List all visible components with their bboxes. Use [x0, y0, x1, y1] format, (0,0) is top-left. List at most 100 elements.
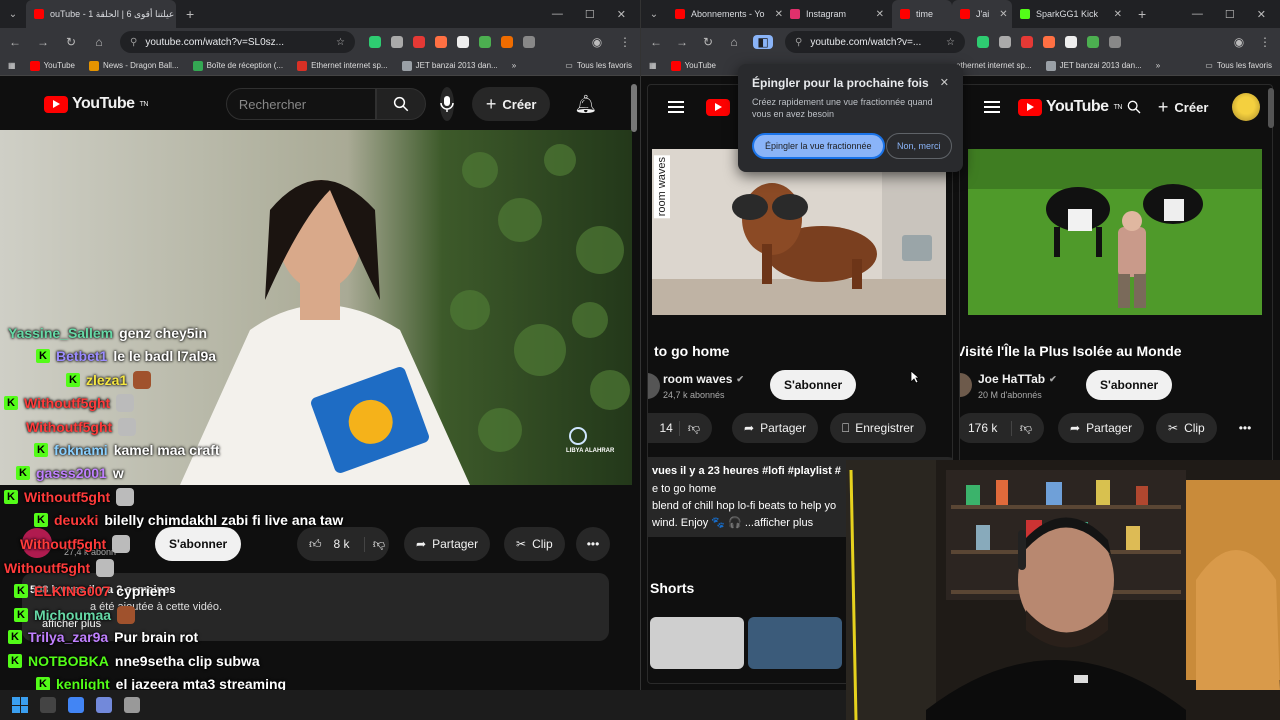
extension-icon[interactable]: [977, 36, 989, 48]
extension-icon[interactable]: [999, 36, 1011, 48]
no-thanks-button[interactable]: Non, merci: [886, 133, 952, 159]
taskbar-app-icon[interactable]: [124, 697, 140, 713]
subscribe-button[interactable]: S'abonner: [155, 527, 242, 561]
tab-split-b[interactable]: J'ai ✕: [952, 0, 1012, 28]
extension-icon[interactable]: [479, 36, 491, 48]
bookmark-item[interactable]: Ethernet internet sp...: [297, 60, 388, 71]
taskbar-app-icon[interactable]: [40, 697, 56, 713]
youtube-play-icon[interactable]: [706, 99, 730, 116]
chrome-taskbar-icon[interactable]: [68, 697, 84, 713]
reload-icon[interactable]: ↻: [64, 35, 78, 49]
short-thumbnail[interactable]: [748, 617, 842, 669]
chat-username[interactable]: Withoutf5ght: [24, 395, 110, 411]
chat-username[interactable]: zleza1: [86, 372, 127, 388]
tab-close-icon[interactable]: ✕: [775, 9, 782, 20]
chat-username[interactable]: gasss2001: [36, 465, 107, 481]
dislike-thumb-icon[interactable]: 👎︎: [678, 420, 700, 436]
profile-avatar-icon[interactable]: ◉: [1232, 35, 1246, 49]
search-input[interactable]: Rechercher: [225, 88, 376, 120]
search-button[interactable]: [375, 88, 426, 120]
split-view-icon[interactable]: ◧: [753, 35, 773, 49]
maximize-button[interactable]: ☐: [1225, 8, 1235, 21]
dislike-thumb-icon[interactable]: 👎︎: [1010, 420, 1032, 436]
bookmark-item[interactable]: Boîte de réception (...: [192, 60, 283, 71]
bookmark-star-icon[interactable]: ☆: [946, 37, 955, 48]
windows-start-icon[interactable]: [12, 697, 28, 713]
scrollbar-thumb[interactable]: [1268, 88, 1274, 128]
share-button[interactable]: ➦ Partager: [1058, 413, 1145, 443]
youtube-logo[interactable]: YouTube TN: [1018, 98, 1122, 116]
tab-youtube-video[interactable]: ouTube - 1 عيلتنا أقوى 6 | الحلقة ✕: [26, 0, 176, 28]
forward-icon[interactable]: →: [36, 35, 50, 49]
extension-icon[interactable]: [501, 36, 513, 48]
tab-search-icon[interactable]: ⌄: [641, 9, 667, 20]
apps-grid-icon[interactable]: ▦: [649, 61, 657, 70]
minimize-button[interactable]: —: [1192, 8, 1203, 21]
tab-subscriptions[interactable]: Abonnements - Yo ✕: [667, 0, 782, 28]
menu-kebab-icon[interactable]: ⋮: [1258, 35, 1272, 49]
menu-hamburger-icon[interactable]: [984, 101, 1000, 113]
notifications-bell-icon[interactable]: 🔔︎: [574, 94, 597, 115]
create-button[interactable]: + Créer: [1152, 90, 1214, 124]
discord-taskbar-icon[interactable]: [96, 697, 112, 713]
youtube-logo[interactable]: YouTube TN: [44, 95, 148, 113]
popup-close-icon[interactable]: ✕: [940, 76, 949, 89]
video-player[interactable]: [968, 149, 1262, 315]
create-button[interactable]: + Créer: [471, 87, 551, 121]
home-icon[interactable]: ⌂: [727, 35, 741, 49]
extensions-puzzle-icon[interactable]: [1109, 36, 1121, 48]
apps-grid-icon[interactable]: ▦: [8, 61, 16, 70]
tab-close-icon[interactable]: ✕: [999, 9, 1007, 20]
extension-icon[interactable]: [1043, 36, 1055, 48]
bookmark-item[interactable]: YouTube: [670, 60, 716, 71]
chat-username[interactable]: Withoutf5ght: [26, 419, 112, 435]
channel-name[interactable]: room waves ✔: [663, 372, 744, 386]
site-info-icon[interactable]: ⚲: [130, 37, 137, 48]
share-button[interactable]: ➦ Partager: [404, 527, 491, 561]
channel-avatar[interactable]: [960, 373, 972, 397]
chat-username[interactable]: foknami: [54, 442, 108, 458]
bookmarks-overflow-button[interactable]: »: [512, 61, 516, 70]
site-info-icon[interactable]: ⚲: [795, 37, 802, 48]
voice-search-button[interactable]: [439, 87, 454, 121]
extension-icon[interactable]: [1087, 36, 1099, 48]
search-icon[interactable]: [1126, 99, 1142, 115]
new-tab-button[interactable]: +: [176, 6, 204, 22]
subscribe-button[interactable]: S'abonner: [1086, 370, 1173, 400]
new-tab-button[interactable]: +: [1130, 6, 1154, 22]
more-actions-button[interactable]: •••: [1230, 413, 1260, 443]
extension-icon[interactable]: [1021, 36, 1033, 48]
url-field[interactable]: ⚲ youtube.com/watch?v=... ☆: [785, 31, 965, 53]
home-icon[interactable]: ⌂: [92, 35, 106, 49]
chat-username[interactable]: ELKING007: [34, 583, 110, 599]
scrollbar-thumb[interactable]: [631, 84, 637, 132]
tab-split-a[interactable]: time: [892, 0, 952, 28]
url-field[interactable]: ⚲ youtube.com/watch?v=SL0sz... ☆: [120, 31, 355, 53]
back-icon[interactable]: ←: [8, 35, 22, 49]
all-favorites-folder[interactable]: ▭ Tous les favoris: [565, 61, 632, 70]
extension-icon[interactable]: [1065, 36, 1077, 48]
bookmark-item[interactable]: JET banzai 2013 dan...: [1045, 60, 1142, 71]
clip-button[interactable]: ✂ Clip: [504, 527, 565, 561]
bookmark-item[interactable]: ethernet internet sp...: [956, 61, 1032, 70]
close-window-button[interactable]: ✕: [617, 8, 626, 21]
chat-username[interactable]: Yassine_Sallem: [8, 325, 113, 341]
bookmark-item[interactable]: YouTube: [29, 60, 75, 71]
menu-kebab-icon[interactable]: ⋮: [618, 35, 632, 49]
short-thumbnail[interactable]: [650, 617, 744, 669]
reload-icon[interactable]: ↻: [701, 35, 715, 49]
channel-avatar[interactable]: [648, 373, 660, 399]
extension-icon[interactable]: [435, 36, 447, 48]
more-actions-button[interactable]: •••: [576, 527, 610, 561]
chat-username[interactable]: Michoumaa: [34, 607, 111, 623]
subscribe-button[interactable]: S'abonner: [770, 370, 857, 400]
bookmark-star-icon[interactable]: ☆: [336, 37, 345, 48]
video-player[interactable]: room waves: [652, 149, 946, 315]
chat-username[interactable]: deuxki: [54, 512, 98, 528]
tab-close-icon[interactable]: ✕: [876, 9, 884, 20]
chat-username[interactable]: Withoutf5ght: [4, 560, 90, 576]
channel-name[interactable]: Joe HaTTab ✔: [978, 372, 1057, 386]
chat-username[interactable]: Betbet1: [56, 348, 107, 364]
tab-close-icon[interactable]: ✕: [1114, 9, 1122, 20]
chat-username[interactable]: NOTBOBKA: [28, 653, 109, 669]
